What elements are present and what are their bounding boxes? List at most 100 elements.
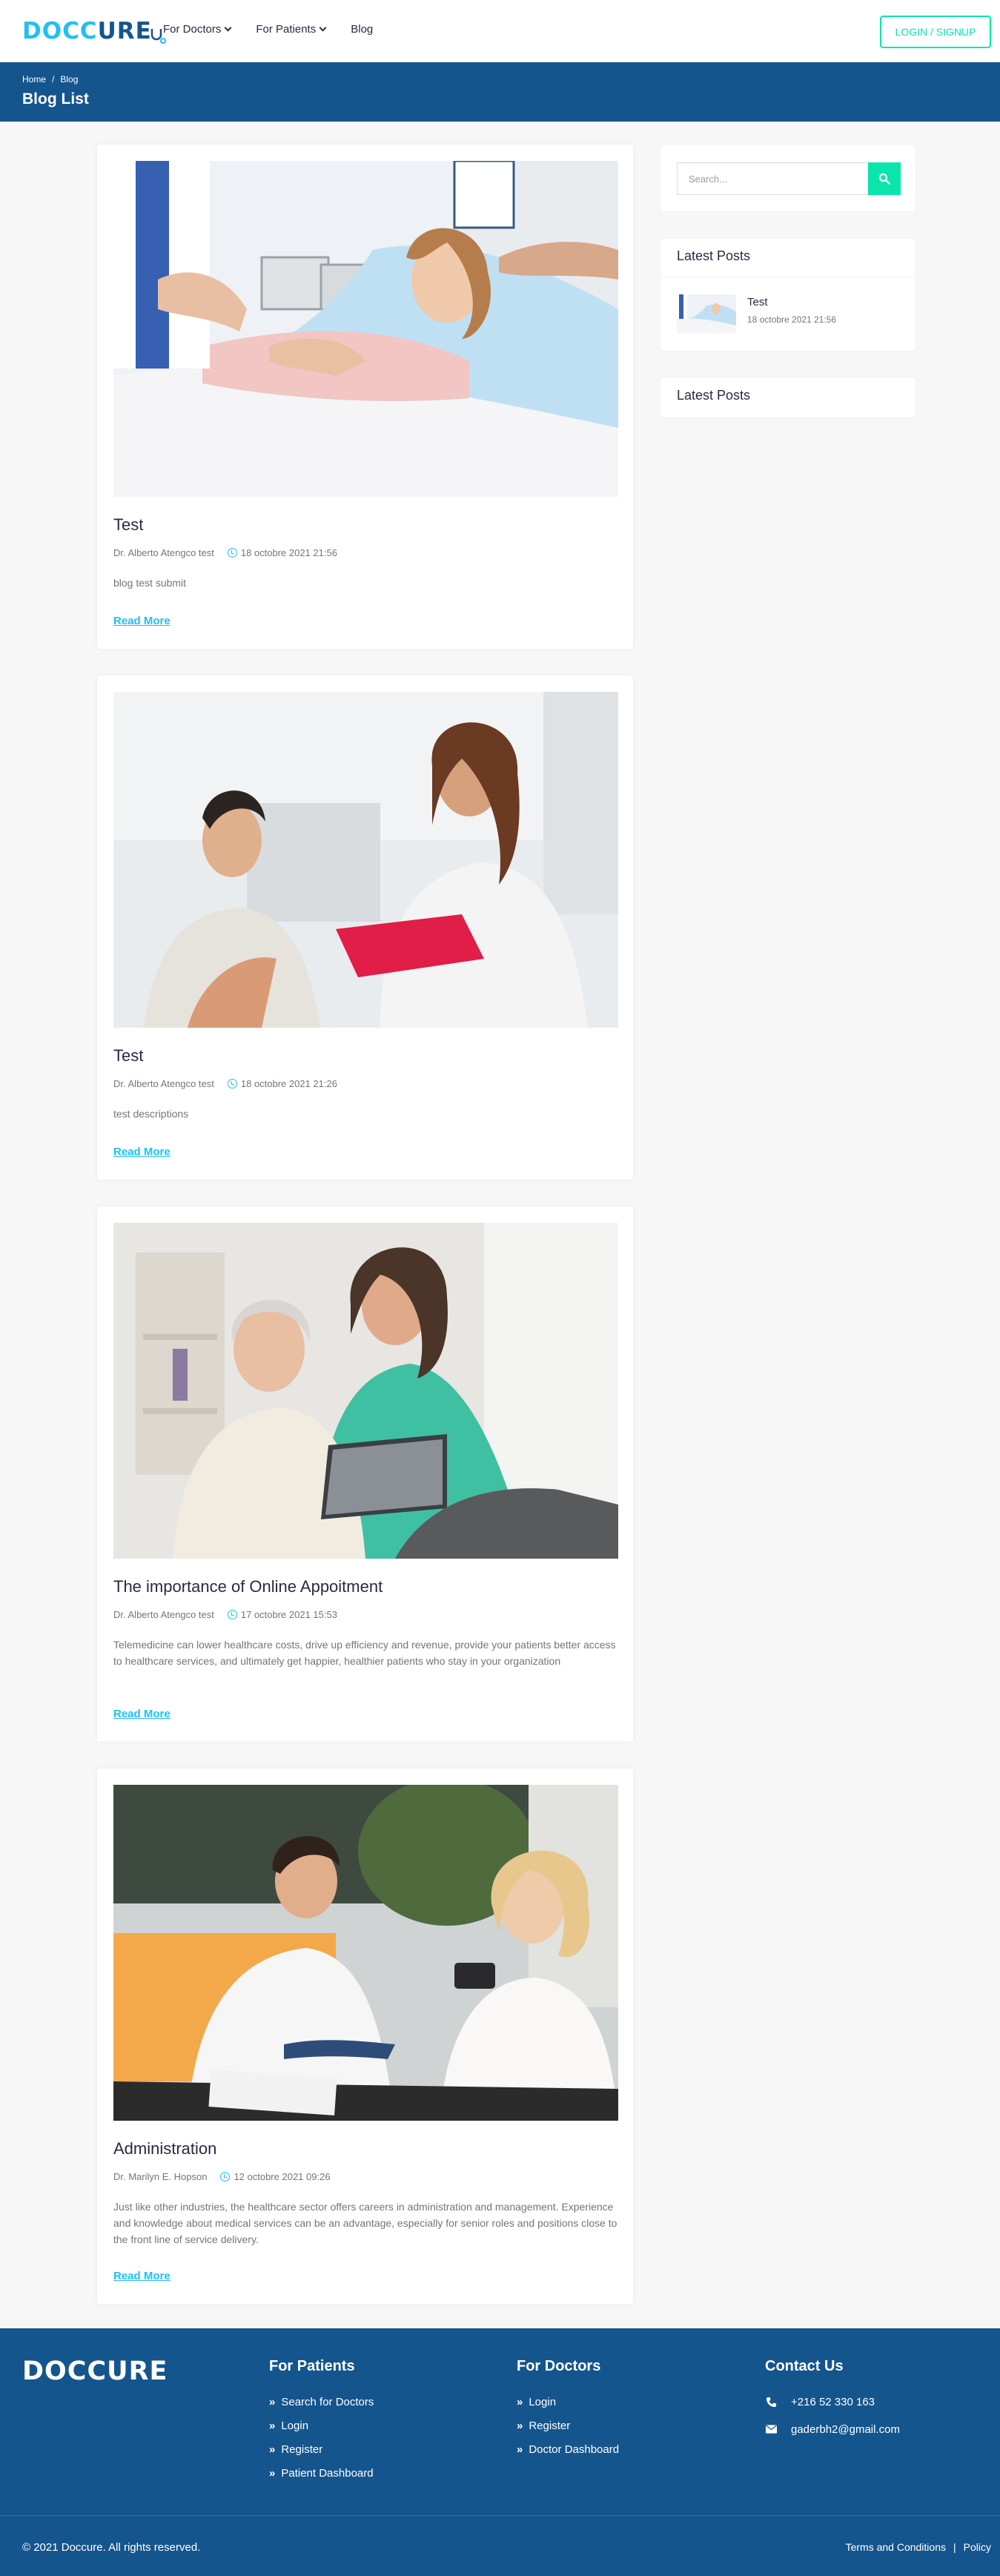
footer-link-patient-dashboard[interactable]: » Patient Dashboard — [269, 2466, 374, 2480]
footer-link-register[interactable]: » Register — [517, 2418, 619, 2433]
blog-meta: Dr. Alberto Atengco test 17 octobre 2021… — [113, 1609, 337, 1620]
blog-card: Test Dr. Alberto Atengco test 18 octobre… — [96, 675, 634, 1180]
blog-title[interactable]: Test — [113, 1046, 143, 1066]
breadcrumb: Home / Blog — [22, 74, 78, 85]
blog-title[interactable]: The importance of Online Appoitment — [113, 1577, 383, 1596]
login-signup-button[interactable]: LOGIN / SIGNUP — [880, 16, 991, 48]
search-input[interactable] — [677, 162, 868, 195]
search-form — [677, 162, 901, 195]
footer-column-title: Contact Us — [765, 2358, 844, 2374]
blog-title[interactable]: Administration — [113, 2139, 216, 2159]
footer-link-login[interactable]: » Login — [517, 2394, 619, 2409]
blog-card: The importance of Online Appoitment Dr. … — [96, 1206, 634, 1743]
double-chevron-right-icon: » — [517, 2395, 523, 2408]
double-chevron-right-icon: » — [269, 2443, 276, 2456]
search-widget — [660, 144, 916, 212]
footer-contact-column: Contact Us +216 52 330 163 gaderbh2@gmai… — [765, 2358, 900, 2449]
footer-link-label: Register — [281, 2443, 323, 2456]
blog-date-wrap: 17 octobre 2021 15:53 — [227, 1609, 337, 1620]
policy-link[interactable]: Policy — [964, 2541, 991, 2553]
blog-meta: Dr. Alberto Atengco test 18 octobre 2021… — [113, 547, 337, 558]
blog-date: 18 octobre 2021 21:56 — [240, 547, 337, 558]
double-chevron-right-icon: » — [269, 2395, 276, 2408]
double-chevron-right-icon: » — [269, 2419, 276, 2432]
blog-author[interactable]: Dr. Alberto Atengco test — [113, 1609, 214, 1620]
contact-email: gaderbh2@gmail.com — [765, 2422, 900, 2437]
blog-date-wrap: 18 octobre 2021 21:56 — [227, 547, 337, 558]
chevron-down-icon — [224, 24, 232, 32]
page-title: Blog List — [22, 90, 89, 108]
site-header: DOCCURE For Doctors For Patients Blog LO… — [0, 0, 1000, 62]
latest-posts-widget: Latest Posts Test 18 octobre 2021 21:56 — [660, 237, 916, 351]
read-more-link[interactable]: Read More — [113, 1146, 170, 1158]
nav-for-patients-label: For Patients — [256, 23, 317, 36]
breadcrumb-home[interactable]: Home — [22, 74, 46, 85]
search-button[interactable] — [868, 162, 901, 195]
blog-description: Just like other industries, the healthca… — [113, 2201, 617, 2245]
footer-policy-links: Terms and Conditions | Policy — [846, 2541, 991, 2553]
contact-phone: +216 52 330 163 — [765, 2394, 900, 2409]
blog-image[interactable] — [113, 1785, 618, 2121]
clock-icon — [227, 548, 237, 558]
breadcrumb-separator: / — [52, 74, 55, 85]
latest-post-title[interactable]: Test — [747, 296, 768, 308]
footer-link-label: Patient Dashboard — [281, 2466, 374, 2480]
blog-meta: Dr. Alberto Atengco test 18 octobre 2021… — [113, 1078, 337, 1089]
terms-link[interactable]: Terms and Conditions — [846, 2541, 946, 2553]
nav-blog[interactable]: Blog — [351, 23, 373, 36]
doccure-logo[interactable]: DOCCURE — [22, 15, 167, 47]
blog-image[interactable] — [113, 161, 618, 497]
copyright-text: © 2021 Doccure. All rights reserved. — [22, 2541, 201, 2554]
blog-card: Administration Dr. Marilyn E. Hopson 12 … — [96, 1768, 634, 2305]
footer-link-label: Register — [529, 2419, 571, 2432]
clock-icon — [227, 1079, 237, 1089]
read-more-link[interactable]: Read More — [113, 2270, 170, 2282]
phone-icon — [765, 2397, 777, 2408]
contact-email-value[interactable]: gaderbh2@gmail.com — [791, 2423, 900, 2436]
double-chevron-right-icon: » — [517, 2443, 523, 2456]
blog-description: blog test submit — [113, 577, 187, 589]
search-icon — [878, 173, 890, 185]
footer-link-register[interactable]: » Register — [269, 2442, 374, 2457]
contact-phone-value[interactable]: +216 52 330 163 — [791, 2396, 875, 2408]
blog-date-wrap: 18 octobre 2021 21:26 — [227, 1078, 337, 1089]
envelope-icon — [765, 2425, 777, 2434]
main-nav: For Doctors For Patients Blog — [163, 23, 373, 36]
read-more-link[interactable]: Read More — [113, 1708, 170, 1720]
footer-link-search-doctors[interactable]: » Search for Doctors — [269, 2394, 374, 2409]
double-chevron-right-icon: » — [269, 2466, 276, 2480]
chevron-down-icon — [319, 24, 327, 32]
latest-post-thumbnail[interactable] — [677, 294, 736, 334]
site-footer: DOCCURE For Patients » Search for Doctors… — [0, 2328, 1000, 2576]
footer-link-login[interactable]: » Login — [269, 2418, 374, 2433]
blog-title[interactable]: Test — [113, 515, 143, 535]
nav-for-patients[interactable]: For Patients — [256, 23, 327, 36]
double-chevron-right-icon: » — [517, 2419, 523, 2432]
footer-link-label: Doctor Dashboard — [529, 2443, 620, 2456]
blog-image[interactable] — [113, 692, 618, 1028]
blog-description: Telemedicine can lower healthcare costs,… — [113, 1639, 616, 1667]
nav-for-doctors-label: For Doctors — [163, 23, 222, 36]
clock-icon — [227, 1610, 237, 1619]
widget-title: Latest Posts — [677, 388, 751, 403]
nav-blog-label: Blog — [351, 23, 374, 36]
read-more-link[interactable]: Read More — [113, 615, 170, 627]
breadcrumb-current: Blog — [60, 74, 79, 85]
breadcrumb-bar: Home / Blog Blog List — [0, 62, 1000, 122]
links-separator: | — [953, 2541, 956, 2553]
blog-date-wrap: 12 octobre 2021 09:26 — [220, 2171, 331, 2182]
blog-date: 18 octobre 2021 21:26 — [240, 1078, 337, 1089]
nav-for-doctors[interactable]: For Doctors — [163, 23, 232, 36]
footer-doctors-column: For Doctors » Login » Register » Doctor Das… — [517, 2358, 619, 2466]
footer-column-title: For Doctors — [517, 2358, 601, 2374]
footer-logo[interactable]: DOCCURE — [22, 2357, 168, 2386]
latest-post-date: 18 octobre 2021 21:56 — [747, 314, 837, 325]
blog-author[interactable]: Dr. Alberto Atengco test — [113, 547, 214, 558]
blog-author[interactable]: Dr. Marilyn E. Hopson — [113, 2171, 207, 2182]
blog-date: 12 octobre 2021 09:26 — [234, 2171, 331, 2182]
blog-author[interactable]: Dr. Alberto Atengco test — [113, 1078, 214, 1089]
blog-image[interactable] — [113, 1223, 618, 1559]
footer-patients-column: For Patients » Search for Doctors » Login … — [269, 2358, 374, 2489]
footer-link-doctor-dashboard[interactable]: » Doctor Dashboard — [517, 2442, 619, 2457]
blog-meta: Dr. Marilyn E. Hopson 12 octobre 2021 09… — [113, 2171, 331, 2182]
